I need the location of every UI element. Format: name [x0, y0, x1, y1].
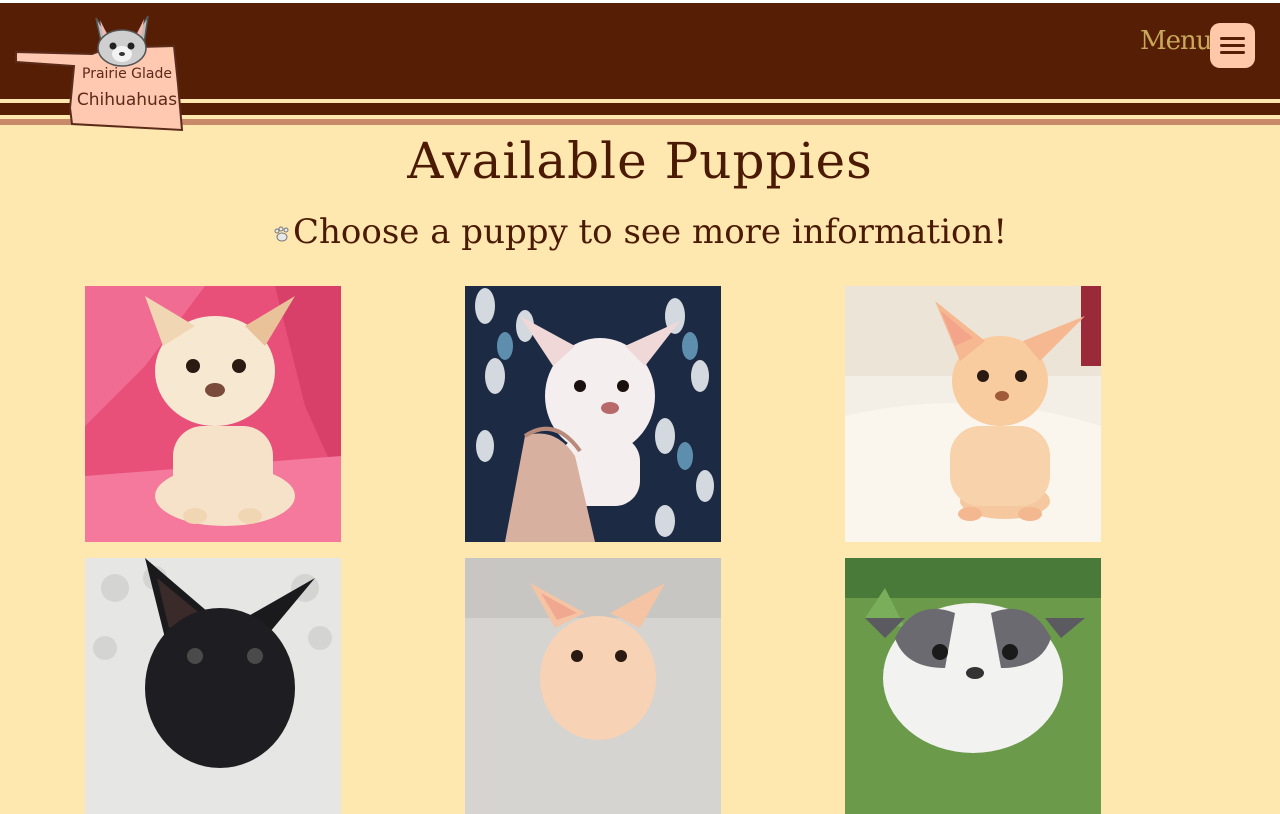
subtitle-text: Choose a puppy to see more information!: [293, 212, 1007, 252]
page-title: Available Puppies: [407, 132, 873, 190]
puppy-image: [465, 286, 721, 542]
logo-line-1: Prairie Glade: [82, 66, 172, 82]
site-logo[interactable]: Prairie Glade Chihuahuas: [12, 10, 188, 136]
puppy-photo[interactable]: [465, 558, 721, 814]
puppy-photo[interactable]: [845, 558, 1101, 814]
paw-icon: [274, 226, 289, 242]
puppy-photo[interactable]: [85, 286, 341, 542]
dog-head-icon: [95, 15, 149, 67]
menu-label[interactable]: Menu: [1140, 26, 1212, 56]
hamburger-icon: [1220, 44, 1245, 47]
puppy-image: [85, 286, 341, 542]
header-stripe: [0, 119, 1280, 125]
page-subtitle: Choose a puppy to see more information!: [0, 212, 1280, 252]
hamburger-icon: [1220, 37, 1245, 40]
puppy-image: [845, 558, 1101, 814]
puppy-image: [845, 286, 1101, 542]
puppy-photo[interactable]: [85, 558, 341, 814]
puppy-photo[interactable]: [465, 286, 721, 542]
header-stripe: [0, 103, 1280, 115]
puppy-image: [465, 558, 721, 814]
menu-button[interactable]: [1210, 23, 1255, 68]
puppy-image: [85, 558, 341, 814]
hamburger-icon: [1220, 51, 1245, 54]
logo-line-2: Chihuahuas: [76, 90, 178, 110]
puppy-photo[interactable]: [845, 286, 1101, 542]
site-header: [0, 3, 1280, 99]
